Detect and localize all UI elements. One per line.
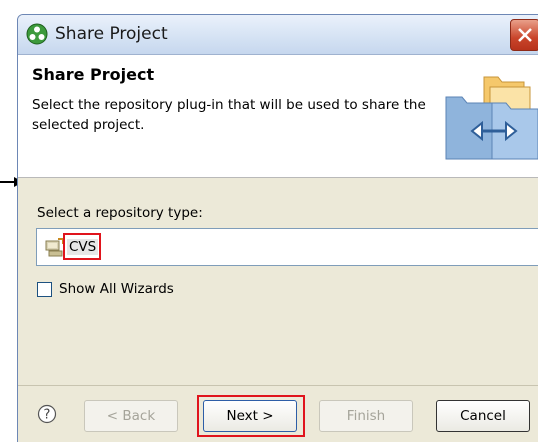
page-title: Share Project xyxy=(32,65,155,84)
share-folders-icon xyxy=(445,76,538,160)
annotation-highlight-box xyxy=(197,395,305,437)
back-button[interactable]: < Back xyxy=(84,400,178,432)
repository-type-label: Select a repository type: xyxy=(37,205,203,221)
window-title: Share Project xyxy=(55,24,168,44)
title-bar[interactable]: Share Project xyxy=(18,15,538,55)
cancel-button[interactable]: Cancel xyxy=(436,400,530,432)
screenshot-stage: Share Project Share Project Select the r… xyxy=(0,0,538,442)
finish-button[interactable]: Finish xyxy=(319,400,413,432)
wizard-banner: Share Project Select the repository plug… xyxy=(18,55,538,178)
annotation-highlight-box xyxy=(63,233,101,260)
help-icon[interactable]: ? xyxy=(37,404,57,424)
svg-text:?: ? xyxy=(44,408,51,423)
wizard-content: Select a repository type: CVS Show All W… xyxy=(18,178,538,385)
show-all-wizards-checkbox[interactable] xyxy=(37,282,52,297)
cvs-repository-icon xyxy=(45,238,64,257)
close-icon xyxy=(518,28,532,42)
page-description: Select the repository plug-in that will … xyxy=(32,97,426,133)
dialog-button-bar: ? < Back Next > Finish Cancel xyxy=(18,385,538,442)
repository-type-list[interactable]: CVS xyxy=(36,228,538,266)
share-project-icon xyxy=(26,23,48,45)
share-project-dialog: Share Project Share Project Select the r… xyxy=(17,14,538,442)
show-all-wizards-label: Show All Wizards xyxy=(59,281,174,297)
close-button[interactable] xyxy=(510,19,538,51)
